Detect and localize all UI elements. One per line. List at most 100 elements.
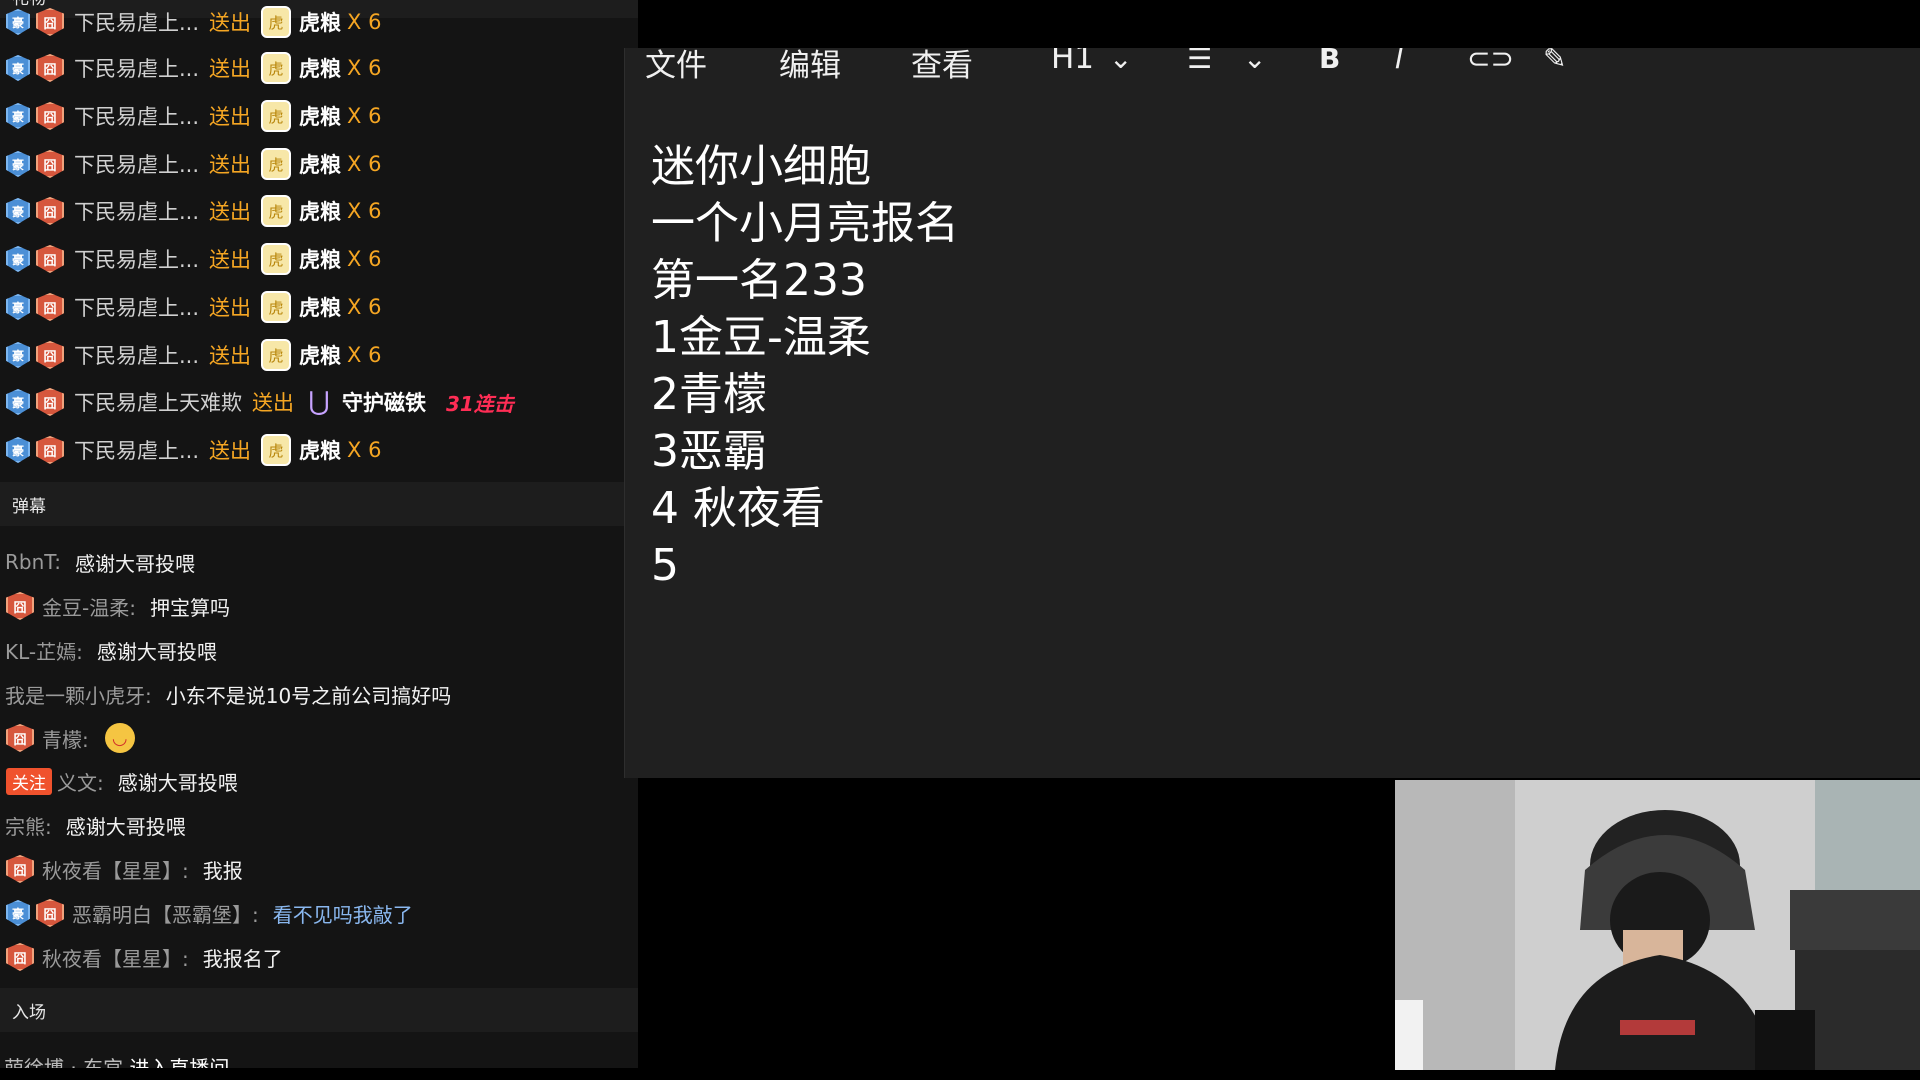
vip-badge-icon: 豪: [6, 151, 30, 177]
fan-badge-icon: 囧: [36, 293, 64, 321]
fan-badge-icon: 囧: [36, 341, 64, 369]
tiger-food-gift-icon: 虎: [261, 243, 292, 275]
chat-message: KL-芷嫣: 感谢大哥投喂: [0, 630, 630, 670]
gift-name: 守护磁铁: [342, 391, 426, 415]
gift-verb: 送出: [209, 57, 252, 81]
gift-name: 虎粮: [299, 344, 342, 368]
menu-edit[interactable]: 编辑: [779, 48, 841, 85]
gift-count: X 6: [347, 104, 382, 128]
gift-row: 豪 囧 下民易虐上... 送出 虎 虎粮 X 6: [0, 235, 630, 283]
editor-line: 迷你小细胞: [651, 141, 871, 192]
chat-username[interactable]: 金豆-温柔:: [42, 592, 136, 621]
gift-row: 豪 囧 下民易虐上天难欺 送出 ⋃ 守护磁铁 31连击: [0, 378, 630, 426]
chat-message: 囧 青檬: ◡: [0, 718, 630, 758]
gift-row: 豪 囧 下民易虐上... 送出 虎 虎粮 X 6: [0, 426, 630, 474]
chat-username[interactable]: 青檬:: [42, 724, 89, 753]
fan-badge-icon: 囧: [36, 54, 64, 82]
fan-badge-icon: 囧: [36, 436, 64, 464]
gift-sender[interactable]: 下民易虐上...: [74, 292, 199, 322]
gift-sender[interactable]: 下民易虐上...: [74, 244, 199, 274]
gift-sender[interactable]: 下民易虐上...: [74, 149, 199, 179]
gift-count: X 6: [347, 295, 382, 319]
tiger-food-gift-icon: 虎: [261, 6, 292, 38]
gift-sender[interactable]: 下民易虐上...: [74, 435, 199, 465]
text-editor-window: 文件 编辑 查看 H1 ⌄ ☰ ⌄ B I ⊂⊃ ✎ 迷你小细胞 一个小月亮报名…: [624, 48, 1920, 778]
editor-line: 5: [651, 540, 679, 591]
tiger-food-gift-icon: 虎: [261, 52, 292, 84]
list-dropdown-chevron-icon[interactable]: ⌄: [1243, 48, 1266, 75]
gift-sender[interactable]: 下民易虐上...: [74, 53, 199, 83]
gift-count: X 6: [347, 199, 382, 223]
gift-sender[interactable]: 下民易虐上...: [74, 7, 199, 37]
gift-verb: 送出: [209, 296, 252, 320]
streamer-webcam-image: [1395, 780, 1920, 1070]
gift-count: X 6: [347, 247, 382, 271]
heading-select[interactable]: H1: [1051, 48, 1094, 76]
italic-icon[interactable]: I: [1395, 48, 1403, 75]
chat-username[interactable]: 恶霸明白【恶霸堡】:: [72, 899, 259, 928]
enter-section-header: 入场: [0, 988, 638, 1032]
link-icon[interactable]: ⊂⊃: [1467, 48, 1514, 75]
vip-badge-icon: 豪: [6, 198, 30, 224]
gift-name: 虎粮: [299, 248, 342, 272]
gift-name: 虎粮: [299, 11, 342, 35]
editor-document[interactable]: 迷你小细胞 一个小月亮报名 第一名233 1金豆-温柔 2青檬 3恶霸 4 秋夜…: [651, 138, 959, 594]
vip-badge-icon: 豪: [6, 437, 30, 463]
fan-badge-icon: 囧: [36, 388, 64, 416]
fan-badge-icon: 囧: [36, 102, 64, 130]
chat-username[interactable]: 秋夜看【星星】:: [42, 943, 189, 972]
editor-line: 第一名233: [651, 255, 867, 306]
editor-toolbar: 文件 编辑 查看 H1 ⌄ ☰ ⌄ B I ⊂⊃ ✎: [625, 48, 1920, 88]
chat-username[interactable]: KL-芷嫣:: [5, 636, 83, 665]
combo-count: 31连击: [446, 391, 514, 416]
gift-count: X 6: [347, 343, 382, 367]
chat-username[interactable]: 义文:: [57, 767, 104, 796]
enter-username[interactable]: 萌徐博 · 东宫: [4, 1056, 123, 1068]
chat-text: 看不见吗我敲了: [272, 902, 413, 927]
tiger-food-gift-icon: 虎: [261, 339, 292, 371]
gift-verb: 送出: [209, 153, 252, 177]
chat-username[interactable]: 我是一颗小虎牙:: [5, 680, 152, 709]
fan-badge-icon: 囧: [6, 724, 34, 752]
chat-username[interactable]: 秋夜看【星星】:: [42, 855, 189, 884]
clear-format-icon[interactable]: ✎: [1543, 48, 1566, 75]
list-icon[interactable]: ☰: [1187, 48, 1212, 75]
magnet-gift-icon: ⋃: [308, 387, 330, 417]
chat-message: 囧 金豆-温柔: 押宝算吗: [0, 586, 630, 626]
gift-row: 豪 囧 下民易虐上... 送出 虎 虎粮 X 6: [0, 44, 630, 92]
gift-verb: 送出: [209, 11, 252, 35]
gift-verb: 送出: [209, 439, 252, 463]
vip-badge-icon: 豪: [6, 389, 30, 415]
chat-username[interactable]: 宗熊:: [5, 811, 52, 840]
enter-section-title: 入场: [12, 1002, 46, 1023]
gift-sender[interactable]: 下民易虐上...: [74, 196, 199, 226]
chat-text: 感谢大哥投喂: [96, 639, 217, 664]
enter-text: 进入直播间: [129, 1056, 230, 1068]
chat-text: 我报: [202, 858, 243, 883]
bold-icon[interactable]: B: [1319, 48, 1340, 75]
chat-text: 感谢大哥投喂: [117, 770, 238, 795]
chat-username[interactable]: RbnT:: [5, 550, 61, 574]
gift-row: 豪 囧 下民易虐上... 送出 虎 虎粮 X 6: [0, 92, 630, 140]
gift-verb: 送出: [209, 344, 252, 368]
chat-text: 押宝算吗: [149, 595, 230, 620]
gift-sender[interactable]: 下民易虐上天难欺: [74, 387, 242, 417]
gift-sender[interactable]: 下民易虐上...: [74, 340, 199, 370]
vip-badge-icon: 豪: [6, 246, 30, 272]
tiger-food-gift-icon: 虎: [261, 195, 292, 227]
fan-badge-icon: 囧: [36, 150, 64, 178]
gift-row: 豪 囧 下民易虐上... 送出 虎 虎粮 X 6: [0, 331, 630, 379]
chat-text: 我报名了: [202, 946, 283, 971]
gift-sender[interactable]: 下民易虐上...: [74, 101, 199, 131]
chat-text: 小东不是说10号之前公司搞好吗: [165, 683, 452, 708]
chat-message: 囧 秋夜看【星星】: 我报: [0, 849, 630, 889]
gift-verb: 送出: [252, 391, 294, 415]
gift-name: 虎粮: [299, 296, 342, 320]
fan-badge-icon: 囧: [6, 855, 34, 883]
heading-dropdown-chevron-icon[interactable]: ⌄: [1109, 48, 1132, 75]
gift-count: X 6: [347, 10, 382, 34]
menu-view[interactable]: 查看: [911, 48, 973, 85]
gift-row: 豪 囧 下民易虐上... 送出 虎 虎粮 X 6: [0, 140, 630, 188]
menu-file[interactable]: 文件: [645, 48, 707, 85]
tiger-food-gift-icon: 虎: [261, 291, 292, 323]
